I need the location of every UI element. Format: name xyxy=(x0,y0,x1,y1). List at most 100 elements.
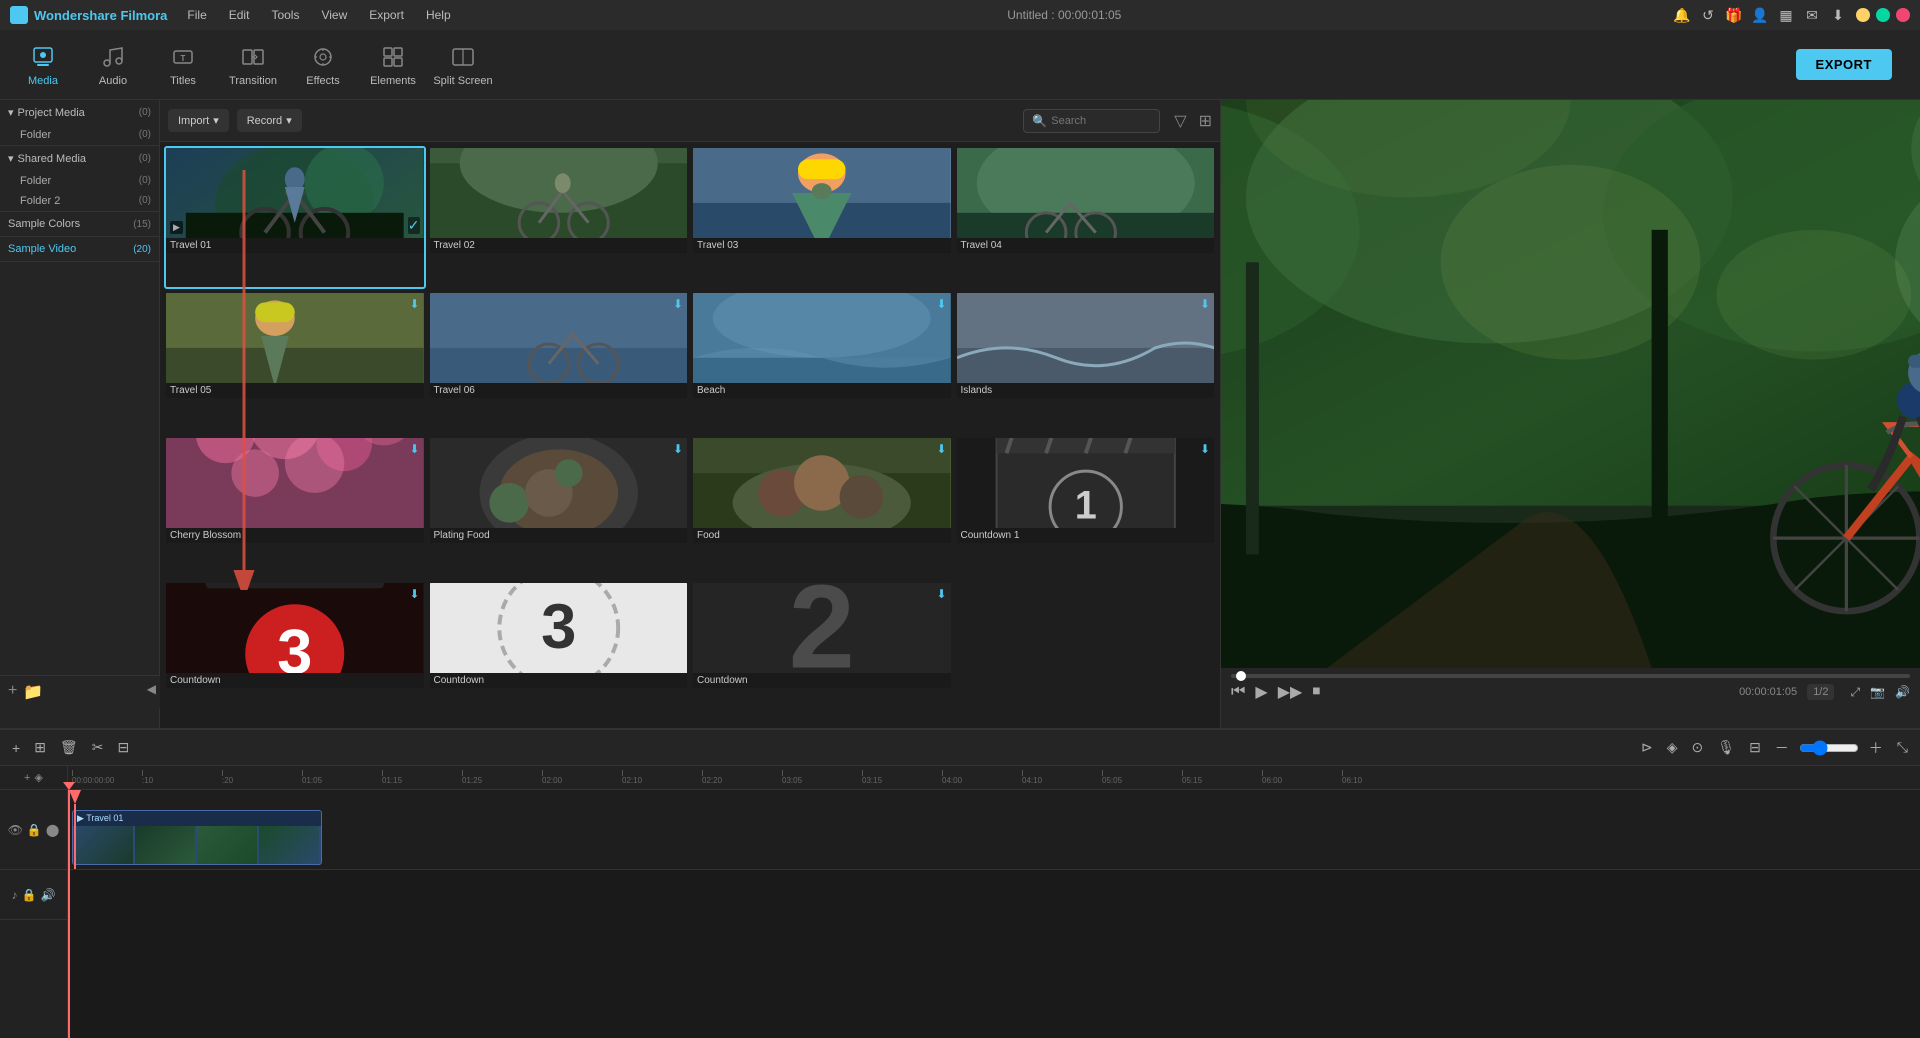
tool-splitscreen[interactable]: Split Screen xyxy=(428,35,498,95)
preview-timeline-bar[interactable] xyxy=(1231,674,1910,678)
preview-skip-back-button[interactable]: ⏮ xyxy=(1231,683,1245,701)
sample-colors-section: Sample Colors (15) xyxy=(0,212,159,237)
svg-text:2: 2 xyxy=(789,583,855,673)
preview-fullscreen-button[interactable]: ⤢ xyxy=(1850,685,1860,700)
user-icon[interactable]: 👤 xyxy=(1752,7,1768,23)
preview-quality-selector[interactable]: 1/2 xyxy=(1807,684,1834,700)
media-item-travel05[interactable]: ⬇ Travel 05 xyxy=(164,291,426,434)
sample-video-header[interactable]: Sample Video (20) xyxy=(0,237,159,261)
media-item-countdown-white[interactable]: 3 Countdown xyxy=(428,581,690,724)
maximize-button[interactable] xyxy=(1876,8,1890,22)
media-item-travel02[interactable]: Travel 02 xyxy=(428,146,690,289)
media-label-food: Food xyxy=(693,528,951,543)
timeline-nav-left-button[interactable]: + xyxy=(24,772,30,784)
preview-screenshot-button[interactable]: 📷 xyxy=(1870,685,1885,699)
menu-view[interactable]: View xyxy=(317,6,351,24)
media-item-travel03[interactable]: Travel 03 xyxy=(691,146,953,289)
download-icon-countdown-red: ⬇ xyxy=(409,587,419,601)
menu-file[interactable]: File xyxy=(183,6,210,24)
media-item-countdown-red[interactable]: 3 ⬇ Countdown xyxy=(164,581,426,724)
gift-icon[interactable]: 🎁 xyxy=(1726,7,1742,23)
timeline-snap-button[interactable]: ⊞ xyxy=(30,735,50,760)
media-item-plating[interactable]: ⬇ Plating Food xyxy=(428,436,690,579)
timeline-split2-button[interactable]: ⊟ xyxy=(1745,735,1765,760)
timeline-ripple-button[interactable]: ⊳ xyxy=(1637,735,1657,760)
video-track-color-button[interactable]: ⬤ xyxy=(46,823,59,837)
close-button[interactable] xyxy=(1896,8,1910,22)
collapse-panel-icon[interactable]: ◀ xyxy=(147,682,156,696)
clip-thumb-4 xyxy=(259,826,319,864)
timeline-ruler[interactable]: 00:00:00:00 :10 :20 01:05 xyxy=(68,766,1920,790)
add-folder-icon[interactable]: 📁 xyxy=(23,682,43,702)
sample-colors-header[interactable]: Sample Colors (15) xyxy=(0,212,159,236)
timeline-voiceover-button[interactable]: 🎙 xyxy=(1713,735,1739,760)
tool-transition[interactable]: Transition xyxy=(218,35,288,95)
selected-check-icon: ✓ xyxy=(408,217,420,234)
media-item-travel06[interactable]: ⬇ Travel 06 xyxy=(428,291,690,434)
media-item-travel01[interactable]: ✓ ▶ Travel 01 xyxy=(164,146,426,289)
preview-play-button[interactable]: ▶ xyxy=(1255,682,1267,702)
filter-icon[interactable]: ▽ xyxy=(1174,111,1186,131)
video-track-lock-button[interactable]: 🔒 xyxy=(27,823,42,837)
media-item-food[interactable]: ⬇ Food xyxy=(691,436,953,579)
tool-media[interactable]: Media xyxy=(8,35,78,95)
tool-audio[interactable]: Audio xyxy=(78,35,148,95)
media-item-travel04[interactable]: Travel 04 xyxy=(955,146,1217,289)
media-thumb-travel05: ⬇ xyxy=(166,293,424,383)
search-input[interactable] xyxy=(1051,115,1151,127)
shared-media-folder2[interactable]: Folder 2 (0) xyxy=(0,191,159,211)
update-icon[interactable]: ↺ xyxy=(1700,7,1716,23)
import-button[interactable]: Import ▾ xyxy=(168,109,229,132)
shared-media-folder[interactable]: Folder (0) xyxy=(0,171,159,191)
timeline-fit-button[interactable]: ⤡ xyxy=(1893,735,1912,760)
menu-tools[interactable]: Tools xyxy=(267,6,303,24)
mail-icon[interactable]: ✉ xyxy=(1804,7,1820,23)
project-media-folder[interactable]: Folder (0) xyxy=(0,125,159,145)
tool-effects[interactable]: Effects xyxy=(288,35,358,95)
record-button[interactable]: Record ▾ xyxy=(237,109,302,132)
media-item-countdown-dark2[interactable]: 2 ⬇ Countdown xyxy=(691,581,953,724)
menu-edit[interactable]: Edit xyxy=(225,6,254,24)
video-clip-travel01[interactable]: ▶ Travel 01 xyxy=(72,810,322,865)
timeline-delete-button[interactable]: 🗑 xyxy=(56,735,82,760)
media-label-travel04: Travel 04 xyxy=(957,238,1215,253)
minimize-button[interactable] xyxy=(1856,8,1870,22)
export-button[interactable]: EXPORT xyxy=(1796,49,1892,80)
menu-help[interactable]: Help xyxy=(422,6,455,24)
download-icon[interactable]: ⬇ xyxy=(1830,7,1846,23)
preview-volume-button[interactable]: 🔊 xyxy=(1895,685,1910,699)
titles-icon: T xyxy=(169,43,197,71)
shared-media-header[interactable]: ▾ Shared Media (0) xyxy=(0,146,159,171)
media-item-islands[interactable]: ⬇ Islands xyxy=(955,291,1217,434)
media-item-countdown1[interactable]: 1 ⬇ Countdown 1 xyxy=(955,436,1217,579)
preview-stop-button[interactable]: ⏹ xyxy=(1312,683,1320,701)
timeline-zoom-in-button[interactable]: ＋ xyxy=(1865,734,1887,762)
notification-icon[interactable]: 🔔 xyxy=(1674,7,1690,23)
media-thumb-travel01: ✓ ▶ xyxy=(166,148,424,238)
grid-view-icon[interactable]: ⊞ xyxy=(1199,111,1212,131)
video-track-eye-button[interactable]: 👁 xyxy=(8,823,23,837)
timeline-zoom-slider[interactable] xyxy=(1799,740,1859,756)
timeline-marker-button[interactable]: ◈ xyxy=(1663,735,1682,760)
project-media-count: (0) xyxy=(139,107,151,118)
timeline-add-track-button[interactable]: + xyxy=(8,736,24,760)
audio-track-icon-button[interactable]: ♪ xyxy=(12,888,18,902)
media-item-cherry[interactable]: ⬇ Cherry Blossom xyxy=(164,436,426,579)
media-item-beach[interactable]: ⬇ Beach xyxy=(691,291,953,434)
media-label-countdown-white: Countdown xyxy=(430,673,688,688)
tool-elements[interactable]: Elements xyxy=(358,35,428,95)
timeline-split-button[interactable]: ⊟ xyxy=(113,735,133,760)
menu-export[interactable]: Export xyxy=(365,6,408,24)
preview-play-forward-button[interactable]: ▶▶ xyxy=(1278,682,1303,702)
timeline-cut-button[interactable]: ✂ xyxy=(88,735,108,760)
sample-video-count: (20) xyxy=(133,244,151,255)
project-media-header[interactable]: ▾ Project Media (0) xyxy=(0,100,159,125)
grid-icon[interactable]: ▦ xyxy=(1778,7,1794,23)
tool-titles[interactable]: T Titles xyxy=(148,35,218,95)
timeline-nav-marker-button[interactable]: ◈ xyxy=(34,771,42,784)
audio-track-lock-button[interactable]: 🔒 xyxy=(22,888,37,902)
add-media-icon[interactable]: + xyxy=(8,682,17,702)
timeline-zoom-out-button[interactable]: － xyxy=(1771,734,1793,762)
audio-track-volume-button[interactable]: 🔊 xyxy=(41,888,56,902)
timeline-record-button[interactable]: ⊙ xyxy=(1688,735,1708,760)
